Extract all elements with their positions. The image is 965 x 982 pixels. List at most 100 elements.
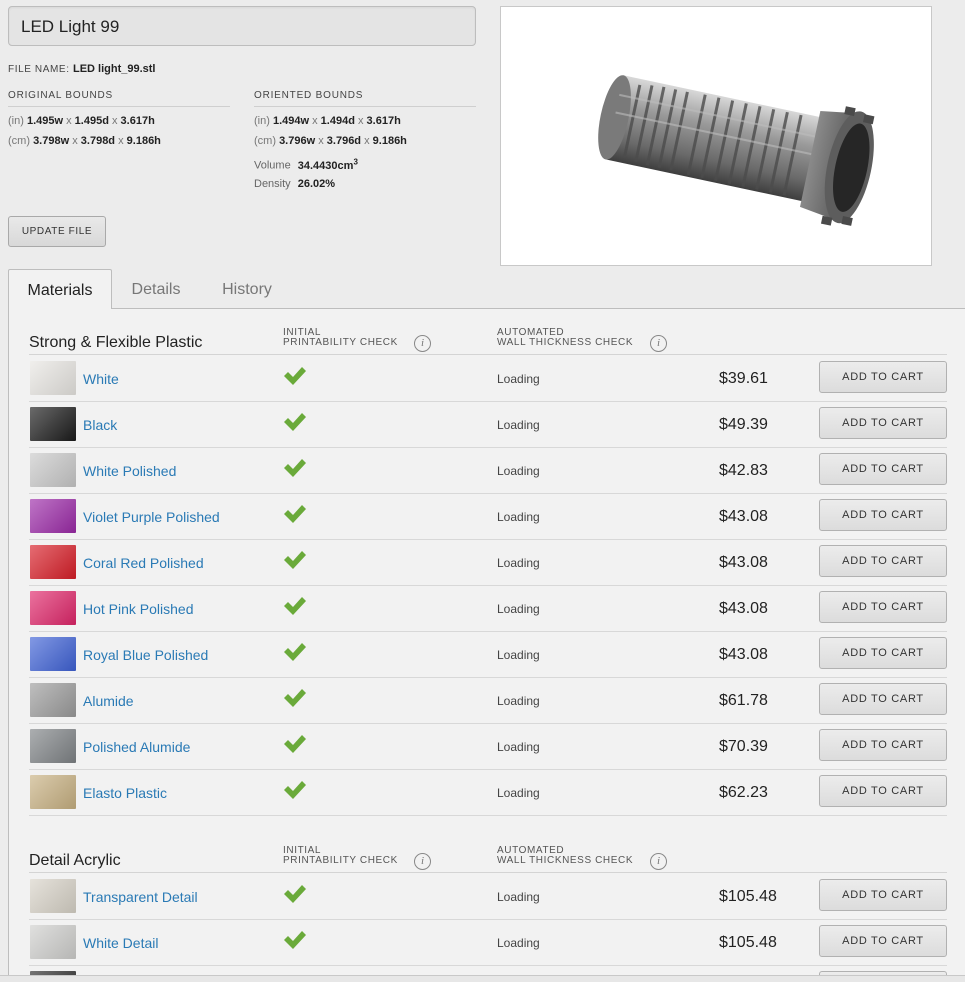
add-to-cart-button[interactable]: ADD TO CART bbox=[819, 879, 947, 911]
add-to-cart-button[interactable]: ADD TO CART bbox=[819, 591, 947, 623]
add-to-cart-button[interactable]: ADD TO CART bbox=[819, 407, 947, 439]
price: $43.08 bbox=[719, 508, 768, 525]
material-name-link[interactable]: White Detail bbox=[83, 935, 158, 951]
material-name-link[interactable]: Polished Alumide bbox=[83, 739, 190, 755]
material-name-link[interactable]: Royal Blue Polished bbox=[83, 647, 208, 663]
update-file-button[interactable]: UPDATE FILE bbox=[8, 216, 106, 247]
material-swatch[interactable] bbox=[30, 925, 76, 959]
price: $42.83 bbox=[719, 462, 768, 479]
density-row: Density 26.02% bbox=[254, 178, 476, 190]
model-preview[interactable] bbox=[500, 6, 932, 266]
wall-thickness-status: Loading bbox=[497, 602, 540, 616]
width-value: 3.798w bbox=[33, 135, 70, 147]
material-name-link[interactable]: White Polished bbox=[83, 463, 176, 479]
checkmark-icon bbox=[284, 781, 306, 799]
material-name-link[interactable]: Coral Red Polished bbox=[83, 555, 204, 571]
material-swatch[interactable] bbox=[30, 499, 76, 533]
price: $62.23 bbox=[719, 784, 768, 801]
unit-label: (in) bbox=[8, 115, 24, 127]
add-to-cart-button[interactable]: ADD TO CART bbox=[819, 637, 947, 669]
material-swatch[interactable] bbox=[30, 407, 76, 441]
depth-value: 3.798d bbox=[80, 135, 116, 147]
material-swatch[interactable] bbox=[30, 683, 76, 717]
separator: x bbox=[111, 115, 118, 127]
material-row: White Polished Loading $42.83 ADD TO CART bbox=[29, 448, 947, 494]
add-to-cart-button[interactable]: ADD TO CART bbox=[819, 453, 947, 485]
wall-thickness-status: Loading bbox=[497, 694, 540, 708]
material-swatch[interactable] bbox=[30, 729, 76, 763]
tab-bar: Materials Details History bbox=[8, 269, 965, 310]
material-swatch[interactable] bbox=[30, 545, 76, 579]
horizontal-scrollbar[interactable] bbox=[0, 975, 965, 982]
checkmark-icon bbox=[284, 505, 306, 523]
material-name-link[interactable]: Transparent Detail bbox=[83, 889, 198, 905]
group-title: Detail Acrylic bbox=[29, 852, 121, 869]
material-row: Violet Purple Polished Loading $43.08 ADD T… bbox=[29, 494, 947, 540]
volume-label: Volume bbox=[254, 159, 291, 172]
material-swatch[interactable] bbox=[30, 637, 76, 671]
original-bounds-header: Original Bounds bbox=[8, 90, 230, 107]
material-name-link[interactable]: Violet Purple Polished bbox=[83, 509, 220, 525]
material-swatch[interactable] bbox=[30, 591, 76, 625]
checkmark-icon bbox=[284, 459, 306, 477]
width-value: 3.796w bbox=[279, 135, 316, 147]
add-to-cart-button[interactable]: ADD TO CART bbox=[819, 729, 947, 761]
info-icon[interactable]: i bbox=[650, 853, 667, 870]
material-swatch[interactable] bbox=[30, 879, 76, 913]
width-value: 1.495w bbox=[26, 115, 64, 127]
header-line: Printability Check bbox=[283, 337, 398, 348]
printability-check-header: Initial Printability Check bbox=[283, 846, 398, 866]
material-name-link[interactable]: Elasto Plastic bbox=[83, 785, 167, 801]
checkmark-icon bbox=[284, 931, 306, 949]
separator: x bbox=[357, 115, 364, 127]
wall-thickness-status: Loading bbox=[497, 464, 540, 478]
material-group-header: Strong & Flexible Plastic Initial Printa… bbox=[29, 309, 947, 355]
material-row: Royal Blue Polished Loading $43.08 ADD TO C… bbox=[29, 632, 947, 678]
material-swatch[interactable] bbox=[30, 775, 76, 809]
material-swatch[interactable] bbox=[30, 361, 76, 395]
material-swatch[interactable] bbox=[30, 453, 76, 487]
add-to-cart-button[interactable]: ADD TO CART bbox=[819, 925, 947, 957]
price: $61.78 bbox=[719, 692, 768, 709]
price: $43.08 bbox=[719, 600, 768, 617]
unit-label: (in) bbox=[254, 115, 270, 127]
price: $49.39 bbox=[719, 416, 768, 433]
tab-history[interactable]: History bbox=[212, 269, 282, 309]
wall-thickness-status: Loading bbox=[497, 418, 540, 432]
height-value: 3.617h bbox=[120, 115, 155, 127]
oriented-bounds-cm: (cm) 3.796w x 3.796d x 9.186h bbox=[254, 135, 476, 147]
wall-thickness-check-header: Automated Wall Thickness Check bbox=[497, 846, 633, 866]
original-bounds: Original Bounds (in) 1.495w x 1.495d x 3… bbox=[8, 90, 230, 147]
header-line: Wall Thickness Check bbox=[497, 337, 634, 348]
tab-materials[interactable]: Materials bbox=[8, 269, 112, 310]
checkmark-icon bbox=[284, 367, 306, 385]
material-row: Transparent Detail Loading $105.48 ADD TO C… bbox=[29, 874, 947, 920]
original-bounds-in: (in) 1.495w x 1.495d x 3.617h bbox=[8, 115, 230, 127]
separator: x bbox=[66, 115, 72, 127]
original-bounds-cm: (cm) 3.798w x 3.798d x 9.186h bbox=[8, 135, 230, 147]
info-icon[interactable]: i bbox=[650, 335, 667, 352]
group-title: Strong & Flexible Plastic bbox=[29, 334, 203, 351]
tab-details[interactable]: Details bbox=[124, 269, 188, 309]
model-name-input[interactable]: LED Light 99 bbox=[8, 6, 476, 46]
checkmark-icon bbox=[284, 551, 306, 569]
unit-label: (cm) bbox=[8, 135, 30, 147]
material-name-link[interactable]: White bbox=[83, 371, 119, 387]
material-name-link[interactable]: Hot Pink Polished bbox=[83, 601, 194, 617]
volume-value: 34.4430cm bbox=[297, 159, 354, 172]
price: $43.08 bbox=[719, 554, 768, 571]
add-to-cart-button[interactable]: ADD TO CART bbox=[819, 361, 947, 393]
add-to-cart-button[interactable]: ADD TO CART bbox=[819, 775, 947, 807]
add-to-cart-button[interactable]: ADD TO CART bbox=[819, 683, 947, 715]
add-to-cart-button[interactable]: ADD TO CART bbox=[819, 545, 947, 577]
add-to-cart-button[interactable]: ADD TO CART bbox=[819, 499, 947, 531]
material-name-link[interactable]: Alumide bbox=[83, 693, 134, 709]
header-line: Printability Check bbox=[283, 855, 398, 866]
file-name-label: File name: bbox=[8, 64, 70, 75]
separator: x bbox=[318, 135, 324, 147]
info-icon[interactable]: i bbox=[414, 853, 431, 870]
material-row: Elasto Plastic Loading $62.23 ADD TO CART bbox=[29, 770, 947, 816]
info-icon[interactable]: i bbox=[414, 335, 431, 352]
header-line: Wall Thickness Check bbox=[497, 855, 634, 866]
material-name-link[interactable]: Black bbox=[83, 417, 117, 433]
